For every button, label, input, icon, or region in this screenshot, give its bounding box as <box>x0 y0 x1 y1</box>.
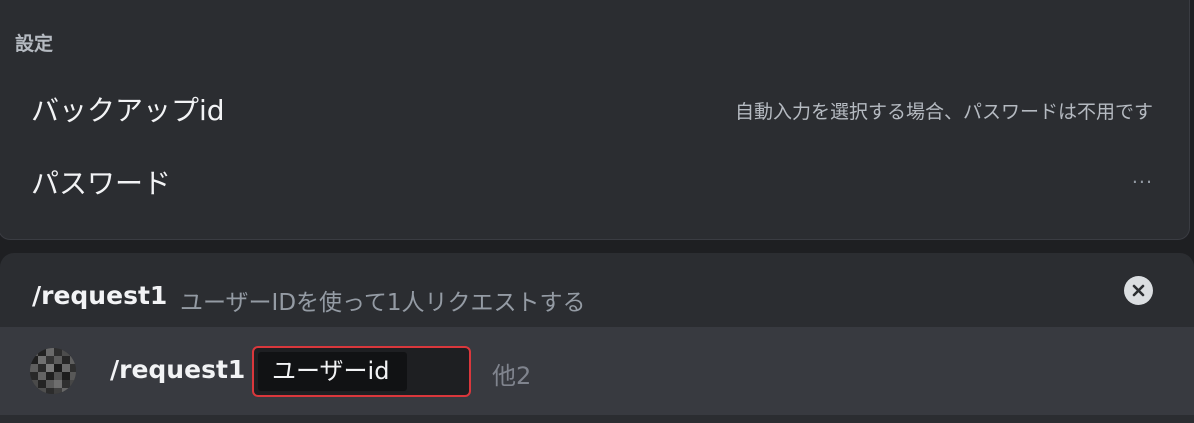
param-chip: ユーザーid <box>258 352 408 391</box>
command-header: /request1 ユーザーIDを使って1人リクエストする <box>0 253 1194 327</box>
option-password[interactable]: パスワード ... <box>0 154 1189 202</box>
option-description: 自動入力を選択する場合、パスワードは不用です <box>734 101 1153 123</box>
more-params-label[interactable]: 他2 <box>492 356 531 391</box>
settings-title: 設定 <box>15 33 54 55</box>
command-panel: /request1 ユーザーIDを使って1人リクエストする /request1 … <box>0 253 1194 423</box>
close-icon[interactable] <box>1124 276 1153 305</box>
avatar <box>30 348 76 394</box>
user-id-param-field[interactable]: ユーザーid <box>252 346 471 397</box>
option-description: ... <box>1131 166 1153 188</box>
settings-panel: 設定 バックアップid 自動入力を選択する場合、パスワードは不用です パスワード… <box>0 0 1190 240</box>
option-label: バックアップid <box>31 94 225 127</box>
command-description: ユーザーIDを使って1人リクエストする <box>180 290 586 316</box>
option-label: パスワード <box>31 167 172 200</box>
command-name: /request1 <box>32 281 168 310</box>
command-input-row[interactable]: /request1 ユーザーid 他2 <box>0 327 1194 415</box>
option-backup-id[interactable]: バックアップid 自動入力を選択する場合、パスワードは不用です <box>0 81 1189 129</box>
input-command-name: /request1 <box>110 355 246 384</box>
